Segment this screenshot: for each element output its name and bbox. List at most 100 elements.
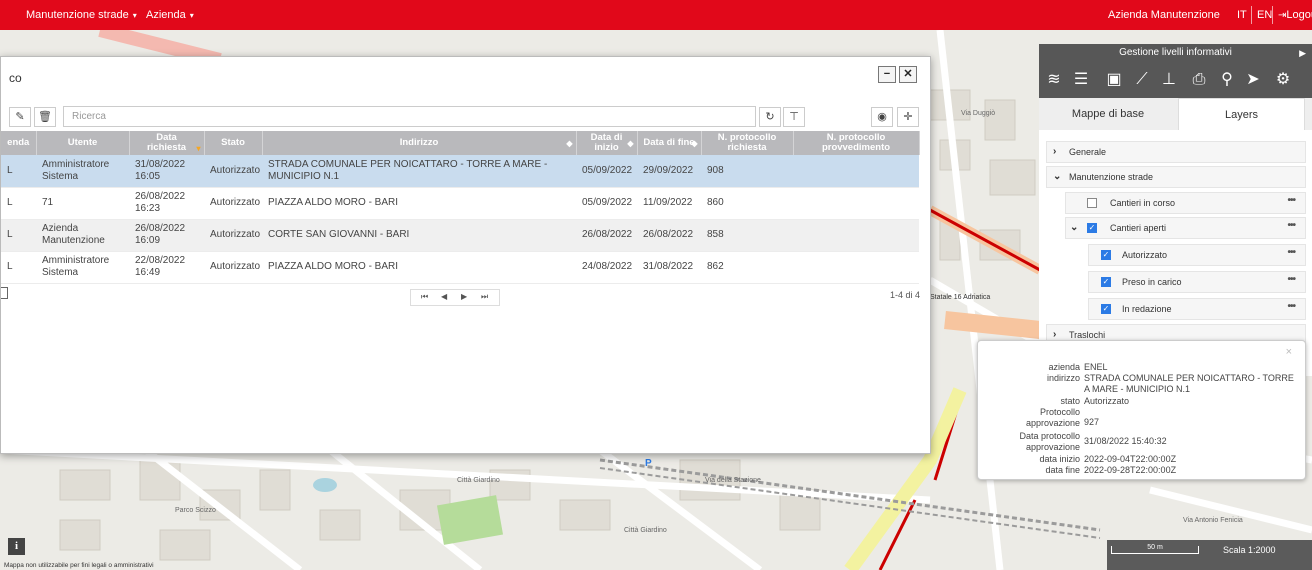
popup-close-icon[interactable]: × (1286, 346, 1292, 358)
minimize-button[interactable]: − (878, 66, 896, 83)
popup-value: 2022-09-28T22:00:00Z (1084, 465, 1177, 475)
search-icon[interactable]: ⚲ (1217, 70, 1237, 90)
crosshair-icon[interactable]: ✛ (897, 107, 919, 127)
tab-layers[interactable]: Layers (1178, 98, 1305, 130)
column-header[interactable]: N. protocollo provvedimento (793, 131, 920, 155)
popup-value: 31/08/2022 15:40:32 (1084, 436, 1167, 446)
column-header[interactable]: N. protocollo richiesta (701, 131, 794, 155)
map-label-parking: P (645, 458, 652, 469)
cell: L (1, 187, 36, 220)
chevron-right-icon: › (1053, 146, 1057, 157)
table-row[interactable]: L Amministratore Sistema 22/08/2022 16:4… (1, 251, 919, 284)
user-name: Azienda Manutenzione (1108, 9, 1220, 21)
map-label-citta-giardino-2: Città Giardino (624, 527, 667, 534)
cell-prot-provv (793, 187, 919, 220)
layer-group-manutenzione[interactable]: ⌄ Manutenzione strade (1046, 166, 1306, 188)
info-icon[interactable]: i (8, 538, 25, 555)
more-icon[interactable]: ••• (1287, 191, 1295, 211)
layer-autorizzato[interactable]: ✓ Autorizzato ••• (1088, 244, 1306, 266)
delete-icon[interactable]: 🗑 (34, 107, 56, 127)
more-icon[interactable]: ••• (1287, 297, 1295, 317)
page-size-select[interactable] (1, 287, 8, 299)
pin-icon[interactable]: ⊥ (1159, 70, 1179, 90)
cell-prot-provv (793, 155, 919, 188)
checkbox-checked[interactable]: ✓ (1101, 304, 1111, 314)
column-header[interactable]: Utente (36, 131, 130, 155)
last-page-icon[interactable]: ⏭ (481, 292, 488, 302)
more-icon[interactable]: ••• (1287, 243, 1295, 263)
layers-icon[interactable]: ≋ (1044, 70, 1064, 90)
cell-utente: Amministratore Sistema (36, 155, 129, 188)
popup-key: Data protocollo approvazione (1019, 431, 1080, 452)
popup-key: data fine (1045, 465, 1080, 475)
cell-data-inizio: 26/08/2022 (576, 219, 637, 252)
cell-indirizzo: PIAZZA ALDO MORO - BARI (262, 187, 576, 220)
edit-icon[interactable]: ✎ (9, 107, 31, 127)
layer-preso-in-carico[interactable]: ✓ Preso in carico ••• (1088, 271, 1306, 293)
cell: L (1, 251, 36, 284)
checkbox[interactable] (1087, 198, 1097, 208)
checkbox-checked[interactable]: ✓ (1101, 250, 1111, 260)
cell-data-richiesta: 22/08/2022 16:49 (129, 251, 204, 284)
map-label-citta-giardino: Città Giardino (457, 477, 500, 484)
table-header: enda Utente Data richiesta ▾ Stato Indiri… (1, 131, 920, 155)
table-row[interactable]: L Azienda Manutenzione 26/08/2022 16:09 … (1, 219, 919, 252)
column-header-data-fine[interactable]: Data di fine ◆ (637, 131, 702, 155)
settings-icon[interactable]: ⚙ (1273, 70, 1293, 90)
checkbox-checked[interactable]: ✓ (1087, 223, 1097, 233)
logout-button[interactable]: ⇥Logout (1278, 9, 1312, 21)
pointer-icon[interactable]: ➤ (1243, 70, 1263, 90)
chevron-down-icon: ⌄ (1053, 171, 1062, 182)
lang-en-button[interactable]: EN (1257, 9, 1272, 21)
close-button[interactable]: ✕ (899, 66, 917, 83)
menu-manutenzione-strade[interactable]: Manutenzione strade ▾ (26, 9, 137, 21)
column-header-indirizzo[interactable]: Indirizzo ◆ (262, 131, 577, 155)
tab-mappe-di-base[interactable]: Mappe di base (1049, 98, 1167, 130)
layer-label: In redazione (1122, 304, 1172, 314)
list-icon[interactable]: ☰ (1071, 70, 1091, 90)
locate-icon[interactable]: ◉ (871, 107, 893, 127)
search-input[interactable] (63, 106, 756, 127)
prev-page-icon[interactable]: ◀ (441, 292, 447, 301)
sort-icon: ◆ (691, 139, 698, 148)
lang-it-button[interactable]: IT (1237, 9, 1247, 21)
layer-cantieri-in-corso[interactable]: Cantieri in corso ••• (1065, 192, 1306, 214)
refresh-icon[interactable]: ↻ (759, 107, 781, 127)
cell-utente: Amministratore Sistema (36, 251, 129, 284)
menu-azienda[interactable]: Azienda ▾ (146, 9, 194, 21)
cell-data-fine: 11/09/2022 (637, 187, 701, 220)
next-page-icon[interactable]: ▶ (461, 292, 467, 301)
layer-in-redazione[interactable]: ✓ In redazione ••• (1088, 298, 1306, 320)
scale-indicator: 50 m Scala 1:2000 (1107, 540, 1312, 570)
checkbox-checked[interactable]: ✓ (1101, 277, 1111, 287)
more-icon[interactable]: ••• (1287, 216, 1295, 236)
more-icon[interactable]: ••• (1287, 270, 1295, 290)
caret-down-icon: ▾ (189, 11, 194, 20)
cell-indirizzo: CORTE SAN GIOVANNI - BARI (262, 219, 576, 252)
layer-label: Cantieri aperti (1110, 223, 1167, 233)
popup-value: ENEL (1084, 362, 1108, 372)
menu-manutenzione-label: Manutenzione strade (26, 9, 129, 21)
collapse-arrow-icon[interactable]: ▶ (1299, 44, 1306, 62)
column-header-data-richiesta[interactable]: Data richiesta ▾ (129, 131, 205, 155)
table-row[interactable]: L Amministratore Sistema 31/08/2022 16:0… (1, 155, 919, 188)
column-header[interactable]: enda (1, 131, 37, 155)
save-icon[interactable]: ▣ (1104, 70, 1124, 90)
map-label-statale-16: Statale 16 Adriatica (930, 294, 991, 301)
layer-group-generale[interactable]: › Generale (1046, 141, 1306, 163)
sort-icon: ◆ (566, 139, 573, 148)
layer-cantieri-aperti[interactable]: ⌄ ✓ Cantieri aperti ••• (1065, 217, 1306, 239)
print-icon[interactable]: ⎙ (1189, 70, 1209, 90)
popup-key: azienda (1048, 362, 1080, 372)
map-label-parco-scizzo: Parco Scizzo (175, 507, 216, 514)
measure-icon[interactable]: ⟋ (1132, 70, 1152, 90)
divider (1251, 6, 1252, 24)
panel-header: Gestione livelli informativi ▶ (1039, 44, 1312, 62)
column-header-data-inizio[interactable]: Data di inizio ◆ (576, 131, 638, 155)
layer-panel: Gestione livelli informativi ▶ ≋ ☰ ▣ ⟋ ⊥… (1039, 44, 1312, 376)
table-row[interactable]: L 71 26/08/2022 16:23 Autorizzato PIAZZA… (1, 187, 919, 220)
first-page-icon[interactable]: ⏮ (421, 292, 428, 302)
filter-icon[interactable]: ⊤ (783, 107, 805, 127)
logout-label: Logout (1286, 9, 1312, 21)
column-header[interactable]: Stato (204, 131, 263, 155)
